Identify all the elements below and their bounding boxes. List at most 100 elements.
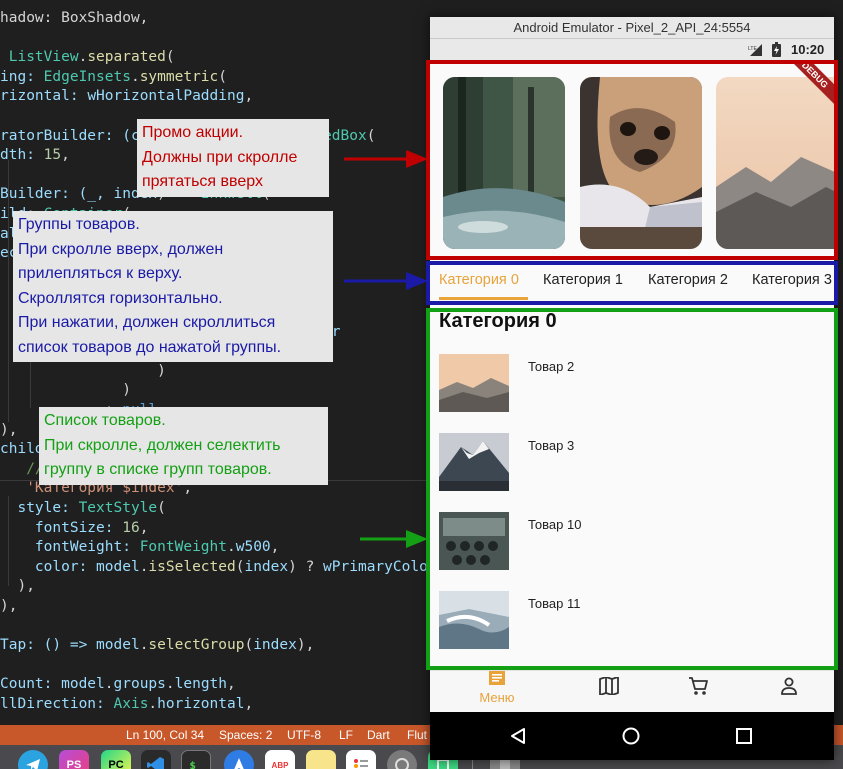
code-token: wPrimaryColor (323, 558, 437, 575)
window-titlebar[interactable]: Android Emulator - Pixel_2_API_24:5554 (430, 17, 834, 39)
code-token: Count: (0, 676, 62, 693)
terminal-icon[interactable]: $_ (181, 750, 211, 769)
code-token: Axis (113, 696, 149, 712)
code-token: ) (0, 382, 131, 399)
line-ending[interactable]: LF (339, 728, 353, 742)
android-status-bar: LTE 10:20 (430, 39, 834, 60)
menu-book-icon (489, 671, 505, 685)
back-icon[interactable] (509, 727, 527, 745)
code-line: Tap: () => model.selectGroup(index), (0, 634, 314, 656)
callout-line: Должны при скролле (142, 148, 298, 166)
promo-callout: Промо акции. Должны при скролле прятатьс… (137, 119, 329, 197)
android-emulator-window: Android Emulator - Pixel_2_API_24:5554 L… (430, 17, 834, 760)
product-thumbnail (439, 433, 509, 491)
code-token: isSelected (148, 558, 236, 575)
promo-card[interactable] (580, 77, 702, 249)
code-token: Tap: () => (0, 637, 97, 654)
nav-menu[interactable]: Меню (472, 671, 522, 713)
products-arrow-icon (360, 530, 428, 548)
code-token: horizontal (157, 696, 245, 712)
products-callout: Список товаров. При скролле, должен селе… (39, 407, 328, 485)
code-token: ) (0, 362, 166, 379)
telegram-icon[interactable] (18, 750, 48, 769)
code-token: , (139, 519, 149, 536)
code-token: ), (296, 637, 315, 654)
cursor-position[interactable]: Ln 100, Col 34 (126, 728, 204, 742)
map-icon (599, 677, 619, 695)
code-token: hadow: BoxShadow, (0, 10, 149, 26)
encoding[interactable]: UTF-8 (287, 728, 321, 742)
clock: 10:20 (791, 42, 825, 57)
nav-menu-label: Меню (479, 690, 515, 705)
product-thumbnail (439, 354, 509, 412)
code-token: ( (157, 500, 166, 516)
nav-profile[interactable] (777, 671, 801, 701)
person-icon (781, 677, 797, 695)
calendar-icon[interactable]: ABP (265, 750, 295, 769)
vscode-icon[interactable] (141, 750, 171, 769)
code-token: ( (366, 127, 376, 144)
code-token: dth: (0, 147, 44, 164)
product-item[interactable]: Товар 11 (439, 591, 829, 651)
code-token: 15 (43, 147, 62, 164)
phpstorm-icon[interactable]: PS (59, 750, 89, 769)
promo-card[interactable] (716, 77, 834, 249)
code-token: ( (244, 637, 254, 654)
code-token: . (78, 49, 88, 66)
code-token: llDirection: (0, 696, 114, 712)
code-token: selectGroup (148, 637, 245, 654)
indent-setting[interactable]: Spaces: 2 (219, 728, 272, 742)
language-mode[interactable]: Dart (367, 728, 390, 742)
code-token: , (227, 676, 236, 693)
callout-line: При скролле вверх, должен (18, 240, 224, 258)
code-token: , (244, 696, 254, 712)
nav-map[interactable] (597, 671, 621, 701)
app-screen: DEBUG Категория 0 Категория 1 Категория … (430, 60, 834, 670)
code-token: 16 (122, 519, 140, 536)
notes-icon[interactable] (306, 750, 336, 769)
calendar-label: ABP (271, 760, 289, 769)
tab-category-1[interactable]: Категория 1 (543, 272, 623, 292)
code-token: wHorizontalPadding (87, 88, 245, 105)
tab-category-3[interactable]: Категория 3 (752, 272, 832, 292)
product-item[interactable]: Товар 10 (439, 512, 829, 572)
code-token: . (227, 539, 236, 556)
recents-icon[interactable] (736, 728, 752, 744)
callout-line: прилепляться к верху. (18, 265, 183, 282)
callout-line: Список товаров. (44, 412, 166, 429)
code-token: , (61, 147, 70, 164)
code-token: ( (218, 68, 228, 85)
callout-line: список товаров до нажатой группы. (18, 338, 282, 356)
reminders-icon[interactable] (346, 750, 376, 769)
product-thumbnail (439, 512, 509, 570)
code-token: ), (0, 421, 18, 438)
code-token: ), (0, 598, 18, 614)
tab-category-2[interactable]: Категория 2 (648, 272, 728, 292)
indent-guide (8, 496, 9, 586)
code-token: w500 (235, 539, 271, 556)
home-icon[interactable] (622, 727, 640, 745)
code-token: ing: (0, 68, 44, 85)
code-token: index (244, 558, 289, 575)
code-token: length (174, 676, 228, 693)
product-item[interactable]: Товар 3 (439, 433, 829, 493)
preview-icon[interactable] (387, 750, 417, 769)
code-line: llDirection: Axis.horizontal, (0, 693, 253, 715)
nav-cart[interactable] (686, 671, 710, 701)
code-token: . (165, 676, 175, 693)
instruments-icon[interactable] (224, 750, 254, 769)
product-name: Товар 10 (528, 517, 582, 532)
code-token: fontWeight: (0, 539, 140, 556)
callout-line: Скроллятся горизонтально. (18, 289, 223, 307)
callout-line: Промо акции. (142, 124, 244, 141)
indent-guide (8, 160, 9, 422)
pycharm-icon[interactable]: PC (101, 750, 131, 769)
tab-category-0[interactable]: Категория 0 (439, 272, 519, 292)
code-token: FontWeight (139, 539, 227, 556)
product-item[interactable]: Товар 2 (439, 354, 829, 414)
flutter-status[interactable]: Flut (407, 728, 427, 742)
code-token: TextStyle (78, 500, 158, 516)
promo-card[interactable] (443, 77, 565, 249)
code-token: color: (0, 558, 97, 575)
